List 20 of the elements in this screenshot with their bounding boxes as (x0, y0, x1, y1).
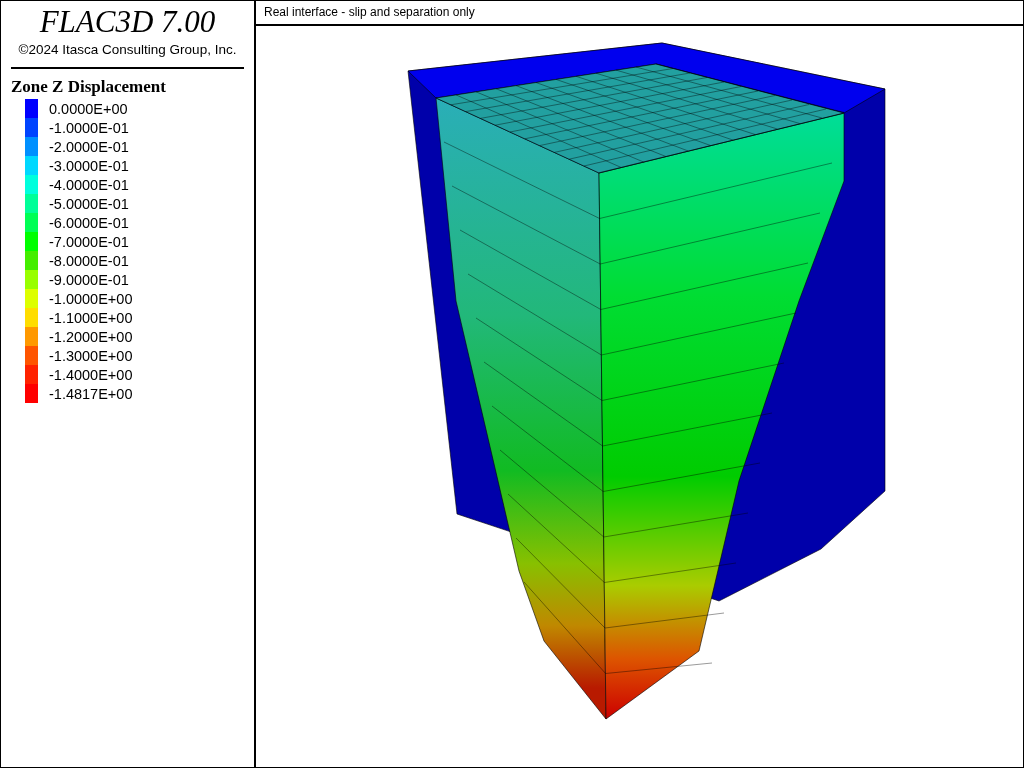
plot-title: Real interface - slip and separation only (256, 1, 1023, 26)
legend-label: -9.0000E-01 (49, 271, 129, 288)
legend-label: -8.0000E-01 (49, 252, 129, 269)
legend-label: -1.0000E-01 (49, 119, 129, 136)
legend-label: -1.4000E+00 (49, 366, 133, 383)
legend-label: -3.0000E-01 (49, 157, 129, 174)
legend-label: -4.0000E-01 (49, 176, 129, 193)
legend-label: -5.0000E-01 (49, 195, 129, 212)
program-title: FLAC3D 7.00 (38, 5, 217, 39)
copyright-text: ©2024 Itasca Consulting Group, Inc. (17, 42, 238, 57)
legend-title: Zone Z Displacement (11, 77, 167, 97)
legend-label: -2.0000E-01 (49, 138, 129, 155)
legend-label: -1.0000E+00 (49, 290, 133, 307)
legend-label: -1.1000E+00 (49, 309, 133, 326)
legend-label: -6.0000E-01 (49, 214, 129, 231)
legend-label: -7.0000E-01 (49, 233, 129, 250)
legend-label: -1.3000E+00 (49, 347, 133, 364)
legend-label: -1.4817E+00 (49, 385, 133, 402)
legend-label: 0.0000E+00 (49, 100, 128, 117)
legend-label: -1.2000E+00 (49, 328, 133, 345)
